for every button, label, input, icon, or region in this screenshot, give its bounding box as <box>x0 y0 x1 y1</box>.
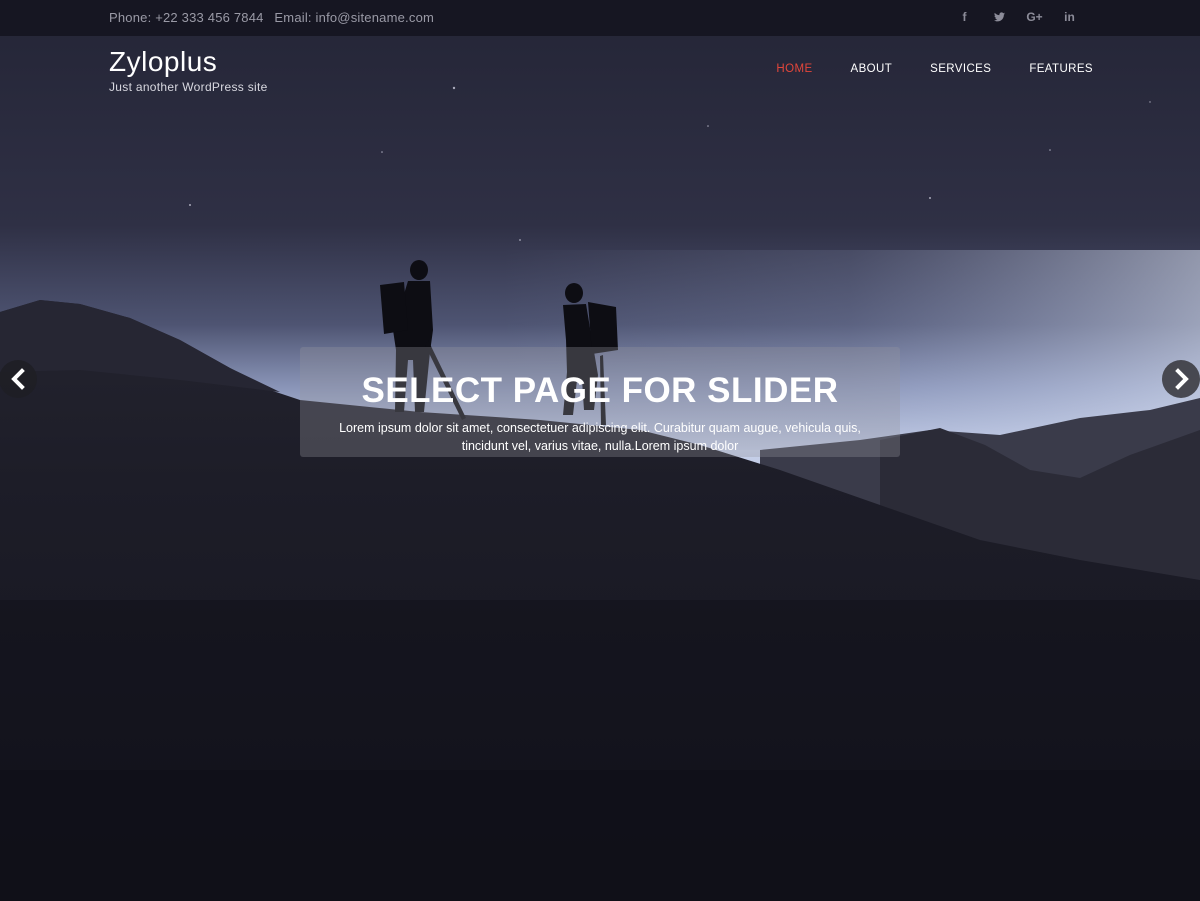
main-navigation: HOME ABOUT SERVICES FEATURES <box>738 63 1093 75</box>
slider-prev-button[interactable] <box>0 360 37 398</box>
nav-item-features[interactable]: FEATURES <box>1029 63 1093 75</box>
site-tagline: Just another WordPress site <box>109 80 268 94</box>
email-text: Email: info@sitename.com <box>274 10 435 25</box>
linkedin-icon[interactable]: in <box>1052 8 1087 27</box>
chevron-left-icon <box>11 368 25 390</box>
slider-heading: SELECT PAGE FOR SLIDER <box>361 371 839 410</box>
nav-item-about[interactable]: ABOUT <box>851 63 893 75</box>
site-title[interactable]: Zyloplus <box>109 46 268 78</box>
chevron-right-icon <box>1175 368 1189 390</box>
slider-next-button[interactable] <box>1162 360 1200 398</box>
contact-info: Phone: +22 333 456 7844 Email: info@site… <box>109 10 441 25</box>
google-plus-icon[interactable]: G+ <box>1017 8 1052 27</box>
nav-item-home[interactable]: HOME <box>776 63 812 75</box>
social-links: f G+ in <box>947 8 1087 27</box>
nav-item-services[interactable]: SERVICES <box>930 63 991 75</box>
phone-text: Phone: +22 333 456 7844 <box>109 10 264 25</box>
twitter-icon[interactable] <box>982 8 1017 27</box>
top-bar: Phone: +22 333 456 7844 Email: info@site… <box>0 0 1200 36</box>
facebook-icon[interactable]: f <box>947 8 982 27</box>
slider-text: Lorem ipsum dolor sit amet, consectetuer… <box>339 421 861 453</box>
page: Phone: +22 333 456 7844 Email: info@site… <box>0 0 1200 901</box>
site-branding: Zyloplus Just another WordPress site <box>109 46 268 94</box>
slider-caption: SELECT PAGE FOR SLIDER Lorem ipsum dolor… <box>300 347 900 457</box>
